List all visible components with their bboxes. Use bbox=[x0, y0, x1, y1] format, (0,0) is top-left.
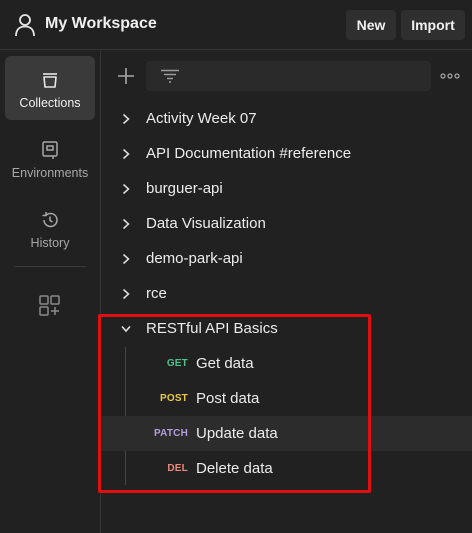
request-item[interactable]: PATCH Update data bbox=[101, 416, 472, 451]
collection-item[interactable]: Activity Week 07 bbox=[101, 101, 472, 136]
chevron-right-icon bbox=[122, 113, 130, 125]
collection-item-expanded[interactable]: RESTful API Basics bbox=[101, 311, 472, 346]
request-name: Update data bbox=[196, 425, 278, 442]
request-name: Get data bbox=[196, 355, 254, 372]
history-icon bbox=[42, 212, 58, 228]
request-item[interactable]: POST Post data bbox=[101, 381, 472, 416]
user-icon[interactable] bbox=[14, 13, 36, 37]
new-button[interactable]: New bbox=[346, 10, 396, 40]
plus-icon[interactable] bbox=[114, 64, 138, 88]
sidebar-divider bbox=[14, 266, 86, 267]
collection-name: Activity Week 07 bbox=[146, 110, 257, 127]
workspace-title[interactable]: My Workspace bbox=[45, 15, 157, 33]
import-button[interactable]: Import bbox=[401, 10, 465, 40]
add-apps-icon[interactable] bbox=[38, 294, 62, 318]
environments-icon bbox=[42, 141, 58, 159]
chevron-right-icon bbox=[122, 288, 130, 300]
sidebar-item-label: History bbox=[30, 236, 70, 250]
method-badge: POST bbox=[159, 393, 188, 404]
collection-name: rce bbox=[146, 285, 167, 302]
chevron-right-icon bbox=[122, 148, 130, 160]
chevron-right-icon bbox=[122, 183, 130, 195]
collections-icon bbox=[43, 73, 57, 88]
chevron-right-icon bbox=[122, 218, 130, 230]
filter-input[interactable] bbox=[146, 61, 431, 91]
collection-item[interactable]: Data Visualization bbox=[101, 206, 472, 241]
sidebar-item-collections[interactable]: Collections bbox=[5, 56, 95, 120]
more-options-icon[interactable] bbox=[440, 72, 460, 80]
method-badge: GET bbox=[166, 358, 188, 369]
filter-icon bbox=[161, 69, 179, 83]
collection-name: Data Visualization bbox=[146, 215, 266, 232]
chevron-right-icon bbox=[122, 253, 130, 265]
collection-name: burguer-api bbox=[146, 180, 223, 197]
sidebar-item-label: Collections bbox=[19, 96, 81, 110]
collection-name: demo-park-api bbox=[146, 250, 243, 267]
sidebar-item-history[interactable]: History bbox=[5, 196, 95, 260]
sidebar-item-environments[interactable]: Environments bbox=[5, 126, 95, 190]
collection-item[interactable]: rce bbox=[101, 276, 472, 311]
request-name: Post data bbox=[196, 390, 260, 407]
method-badge: PATCH bbox=[154, 428, 188, 439]
collection-name: API Documentation #reference bbox=[146, 145, 352, 162]
collection-item[interactable]: API Documentation #reference bbox=[101, 136, 472, 171]
sidebar-item-label: Environments bbox=[11, 166, 89, 180]
collection-item[interactable]: demo-park-api bbox=[101, 241, 472, 276]
chevron-down-icon bbox=[121, 325, 131, 333]
collection-item[interactable]: burguer-api bbox=[101, 171, 472, 206]
collection-name: RESTful API Basics bbox=[146, 320, 278, 337]
request-item[interactable]: DEL Delete data bbox=[101, 451, 472, 486]
request-name: Delete data bbox=[196, 460, 273, 477]
request-item[interactable]: GET Get data bbox=[101, 346, 472, 381]
sidebar: Collections Environments History bbox=[0, 51, 101, 533]
method-badge: DEL bbox=[167, 463, 188, 474]
workspace-header: My Workspace New Import bbox=[0, 0, 472, 50]
